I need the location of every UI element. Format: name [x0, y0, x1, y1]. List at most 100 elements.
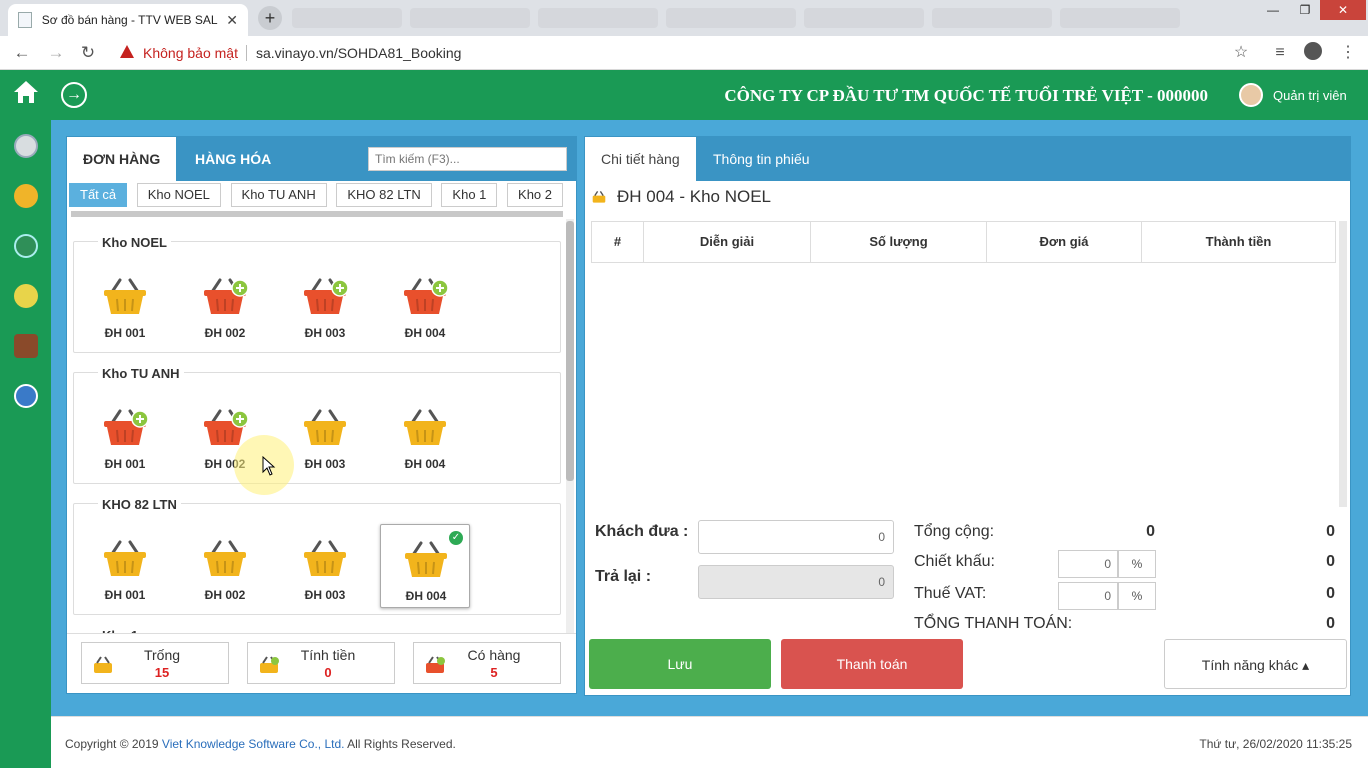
new-tab-button[interactable]: + — [258, 6, 282, 30]
warehouse-groups: Kho NOEL ĐH 001 ĐH 002 ĐH 003 ĐH 004 Kho TU A… — [71, 219, 565, 633]
discount-input[interactable]: 0 — [1058, 550, 1118, 578]
basket-icon — [592, 191, 606, 203]
order-slot[interactable]: ĐH 003 — [280, 524, 370, 608]
save-button[interactable]: Lưu — [589, 639, 771, 689]
background-tab[interactable] — [292, 8, 402, 28]
order-label: ĐH 004 — [404, 457, 446, 471]
basket-icon — [204, 409, 248, 445]
scrollbar-thumb[interactable] — [566, 221, 574, 481]
tools-icon[interactable] — [10, 130, 42, 162]
order-slot[interactable]: ĐH 002 — [180, 524, 270, 608]
browser-profile-icon[interactable] — [1304, 42, 1322, 60]
order-slot[interactable]: ĐH 004 — [380, 393, 470, 477]
order-detail-panel: Chi tiết hàng Thông tin phiếu ĐH 004 - K… — [584, 136, 1351, 696]
page-footer: Copyright © 2019 Viet Knowledge Software… — [51, 716, 1368, 768]
filter-kho-noel[interactable]: Kho NOEL — [136, 183, 221, 207]
warehouse-title: KHO 82 LTN — [98, 497, 181, 512]
status-legend: Trống 15 Tính tiền 0 Có hàng 5 — [67, 633, 576, 693]
basket-icon — [104, 278, 146, 314]
order-slot[interactable]: ĐH 004 ✓ — [380, 524, 470, 608]
column-header[interactable]: Số lượng — [811, 222, 987, 262]
company-link[interactable]: Viet Knowledge Software Co., Ltd. — [162, 737, 345, 751]
warehouse-group: Kho TU ANH ĐH 001 ĐH 002 ĐH 003 ĐH 004 — [73, 366, 561, 484]
url-field[interactable]: sa.vinayo.vn/SOHDA81_Booking — [256, 45, 461, 61]
order-slot[interactable]: ĐH 001 — [80, 393, 170, 477]
background-tab[interactable] — [538, 8, 658, 28]
vat-input[interactable]: 0 — [1058, 582, 1118, 610]
grand-total-label: TỔNG THANH TOÁN: — [914, 615, 1073, 632]
stat-billing[interactable]: Tính tiền 0 — [247, 642, 395, 684]
box-icon[interactable] — [10, 330, 42, 362]
company-name: CÔNG TY CP ĐẦU TƯ TM QUỐC TẾ TUỔI TRẺ VI… — [724, 86, 1208, 105]
basket-icon — [404, 409, 446, 445]
background-tab[interactable] — [932, 8, 1052, 28]
vertical-scrollbar[interactable] — [566, 219, 574, 633]
filter-kho-1[interactable]: Kho 1 — [441, 183, 498, 207]
back-arrow-icon[interactable]: ← — [12, 43, 32, 63]
cart-icon[interactable] — [10, 230, 42, 262]
tab-orders[interactable]: ĐƠN HÀNG — [67, 137, 177, 181]
warehouse-title: Kho NOEL — [98, 235, 171, 250]
background-tab[interactable] — [666, 8, 796, 28]
money-bag-icon[interactable] — [10, 180, 42, 212]
tab-item-details[interactable]: Chi tiết hàng — [585, 137, 696, 181]
stat-label: Trống — [143, 647, 181, 663]
app-sidebar — [0, 70, 51, 768]
copyright-prefix: Copyright © 2019 — [65, 737, 162, 751]
horizontal-scrollbar[interactable] — [71, 211, 563, 217]
arrow-right-icon[interactable]: → — [61, 82, 87, 108]
close-icon[interactable]: ✕ — [226, 12, 238, 29]
background-tab[interactable] — [1060, 8, 1180, 28]
stat-has-goods[interactable]: Có hàng 5 — [413, 642, 561, 684]
total-label: Tổng cộng: — [914, 523, 995, 540]
stat-empty[interactable]: Trống 15 — [81, 642, 229, 684]
filter-kho-82-ltn[interactable]: KHO 82 LTN — [336, 183, 432, 207]
home-icon[interactable] — [10, 76, 42, 108]
change-label: Trả lại : — [595, 568, 652, 585]
filter-kho-tu-anh[interactable]: Kho TU ANH — [230, 183, 327, 207]
tab-goods[interactable]: HÀNG HÓA — [179, 137, 287, 181]
order-slot[interactable]: ĐH 001 — [80, 524, 170, 608]
basket-icon — [104, 409, 148, 445]
reload-icon[interactable]: ↻ — [78, 43, 98, 63]
filter-all[interactable]: Tất cả — [69, 183, 128, 207]
maximize-icon[interactable]: ❐ — [1288, 0, 1322, 20]
detail-scrollbar[interactable] — [1339, 221, 1347, 507]
insecure-label[interactable]: Không bảo mật — [143, 45, 238, 61]
playlist-icon[interactable]: ≡ — [1270, 43, 1290, 63]
report-icon[interactable] — [10, 380, 42, 412]
tab-ticket-info[interactable]: Thông tin phiếu — [697, 137, 826, 181]
avatar[interactable] — [1239, 83, 1263, 107]
search-input[interactable] — [368, 147, 567, 171]
customer-paid-input[interactable]: 0 — [698, 520, 894, 554]
filter-kho-2[interactable]: Kho 2 — [507, 183, 564, 207]
basket-icon — [204, 540, 246, 576]
more-features-button[interactable]: Tính năng khác ▴ — [1164, 639, 1347, 689]
star-icon[interactable]: ☆ — [1231, 43, 1251, 63]
forward-arrow-icon[interactable]: → — [46, 43, 66, 63]
menu-dots-icon[interactable]: ⋮ — [1338, 43, 1358, 63]
order-slot[interactable]: ĐH 002 — [180, 262, 270, 346]
order-slot[interactable]: ĐH 003 — [280, 262, 370, 346]
background-tab[interactable] — [804, 8, 924, 28]
change-field: 0 — [698, 565, 894, 599]
column-header[interactable]: Thành tiền — [1142, 222, 1335, 262]
column-header[interactable]: # — [592, 222, 644, 262]
browser-tab[interactable]: Sơ đồ bán hàng - TTV WEB SALI ✕ — [8, 4, 248, 36]
mouse-cursor-icon — [262, 456, 276, 476]
column-header[interactable]: Diễn giải — [644, 222, 811, 262]
minimize-icon[interactable]: — — [1256, 0, 1290, 20]
column-header[interactable]: Đơn giá — [987, 222, 1142, 262]
user-name[interactable]: Quản trị viên — [1273, 88, 1347, 103]
app-header: → CÔNG TY CP ĐẦU TƯ TM QUỐC TẾ TUỔI TRẺ … — [51, 70, 1368, 120]
vat-percent: % — [1118, 582, 1156, 610]
window-close-icon[interactable]: ✕ — [1320, 0, 1366, 20]
order-slot[interactable]: ĐH 001 — [80, 262, 170, 346]
vat-label: Thuế VAT: — [914, 585, 987, 602]
order-slot[interactable]: ĐH 004 — [380, 262, 470, 346]
checkout-button[interactable]: Thanh toán — [781, 639, 963, 689]
shopping-bag-icon[interactable] — [10, 280, 42, 312]
background-tab[interactable] — [410, 8, 530, 28]
current-datetime: Thứ tư, 26/02/2020 11:35:25 — [1199, 737, 1352, 751]
warehouse-filter-bar: Tất cả Kho NOEL Kho TU ANH KHO 82 LTN Kh… — [69, 183, 574, 209]
